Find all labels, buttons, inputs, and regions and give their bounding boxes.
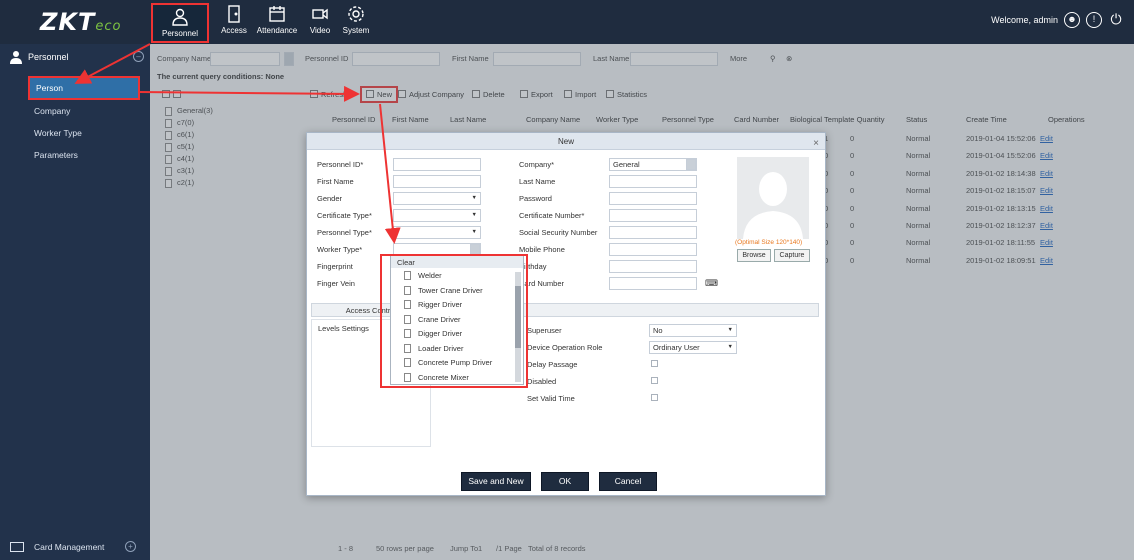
worker-type-label: Worker Type* [317, 245, 363, 254]
nav-label: Access [221, 26, 247, 35]
collapse-icon[interactable]: – [133, 51, 144, 62]
nav-label: Video [309, 26, 331, 35]
delay-passage-checkbox[interactable] [651, 360, 658, 367]
sidebar-header-label: Personnel [28, 52, 69, 62]
password-label: Password [519, 194, 552, 203]
finger-vein-label: Finger Vein [317, 279, 355, 288]
mobile-phone-field[interactable] [609, 243, 697, 256]
device-role-label: Device Operation Role [527, 343, 603, 352]
company-field[interactable]: General [609, 158, 697, 171]
ssn-label: Social Security Number [519, 228, 598, 237]
last-name-field[interactable] [609, 175, 697, 188]
gender-label: Gender [317, 194, 343, 203]
dialog-title: New × [307, 133, 825, 150]
nav-label: Attendance [256, 26, 298, 35]
certificate-type-select[interactable] [393, 209, 481, 222]
birthday-field[interactable] [609, 260, 697, 273]
first-name-field[interactable] [393, 175, 481, 188]
delay-passage-label: Delay Passage [527, 360, 578, 369]
device-role-select[interactable]: Ordinary User [649, 341, 737, 354]
ok-button[interactable]: OK [541, 472, 589, 491]
sidebar-item-worker-type[interactable]: Worker Type [0, 122, 150, 144]
disabled-checkbox[interactable] [651, 377, 658, 384]
sidebar-item-person[interactable]: Person [28, 76, 140, 100]
nav-personnel[interactable]: Personnel [151, 3, 209, 43]
fingerprint-label: Fingerprint [317, 262, 353, 271]
set-valid-time-label: Set Valid Time [527, 394, 575, 403]
nav-video[interactable]: Video [302, 4, 338, 42]
sidebar: Personnel – Person Company Worker Type P… [0, 44, 150, 560]
first-name-label: First Name [317, 177, 354, 186]
card-icon [10, 542, 24, 552]
photo-size-note: (Optimal Size 120*140) [735, 239, 803, 246]
personnel-type-label: Personnel Type* [317, 228, 372, 237]
avatar-icon [743, 172, 803, 239]
card-reader-icon[interactable]: ⌨ [705, 278, 718, 289]
power-icon[interactable]: ⏻ [1108, 12, 1124, 28]
top-bar: ZKTeco Personnel Access Attendance Video… [0, 0, 1134, 44]
personnel-id-field[interactable] [393, 158, 481, 171]
nav-access[interactable]: Access [214, 4, 254, 42]
superuser-label: Superuser [527, 326, 562, 335]
company-picker-button[interactable] [686, 159, 696, 170]
person-icon [10, 51, 22, 64]
certificate-type-label: Certificate Type* [317, 211, 372, 220]
sidebar-item-company[interactable]: Company [0, 100, 150, 122]
gender-select[interactable] [393, 192, 481, 205]
levels-settings-label: Levels Settings [318, 324, 369, 333]
browse-button[interactable]: Browse [737, 249, 771, 262]
door-icon [224, 4, 244, 24]
camera-icon [310, 4, 330, 24]
sidebar-header[interactable]: Personnel – [0, 44, 150, 70]
certificate-number-label: Certificate Number* [519, 211, 585, 220]
user-icon[interactable]: ☻ [1064, 12, 1080, 28]
set-valid-time-checkbox[interactable] [651, 394, 658, 401]
ssn-field[interactable] [609, 226, 697, 239]
mobile-phone-label: Mobile Phone [519, 245, 565, 254]
company-label: Company* [519, 160, 555, 169]
nav-attendance[interactable]: Attendance [252, 4, 302, 42]
welcome-text: Welcome, admin [991, 15, 1058, 25]
nav-label: System [342, 26, 370, 35]
photo-placeholder [737, 157, 809, 239]
password-field[interactable] [609, 192, 697, 205]
sidebar-item-parameters[interactable]: Parameters [0, 144, 150, 166]
sidebar-card-management[interactable]: Card Management + [0, 534, 150, 560]
capture-button[interactable]: Capture [774, 249, 810, 262]
nav-label: Personnel [161, 29, 199, 38]
sidebar-bottom-label: Card Management [34, 542, 105, 552]
card-number-field[interactable] [609, 277, 697, 290]
annotation-dropdown-box [380, 254, 528, 388]
nav-system[interactable]: System [336, 4, 376, 42]
gear-icon [346, 4, 366, 24]
calendar-icon [267, 4, 287, 24]
expand-icon[interactable]: + [125, 541, 136, 552]
person-badge-icon [170, 7, 190, 27]
disabled-label: Disabled [527, 377, 557, 386]
close-icon[interactable]: × [813, 135, 819, 152]
last-name-label: Last Name [519, 177, 556, 186]
cancel-button[interactable]: Cancel [599, 472, 657, 491]
save-and-new-button[interactable]: Save and New [461, 472, 531, 491]
info-icon[interactable]: ! [1086, 12, 1102, 28]
personnel-type-select[interactable] [393, 226, 481, 239]
personnel-id-label: Personnel ID* [317, 160, 364, 169]
zkteco-logo: ZKTeco [40, 8, 122, 36]
certificate-number-field[interactable] [609, 209, 697, 222]
superuser-select[interactable]: No [649, 324, 737, 337]
